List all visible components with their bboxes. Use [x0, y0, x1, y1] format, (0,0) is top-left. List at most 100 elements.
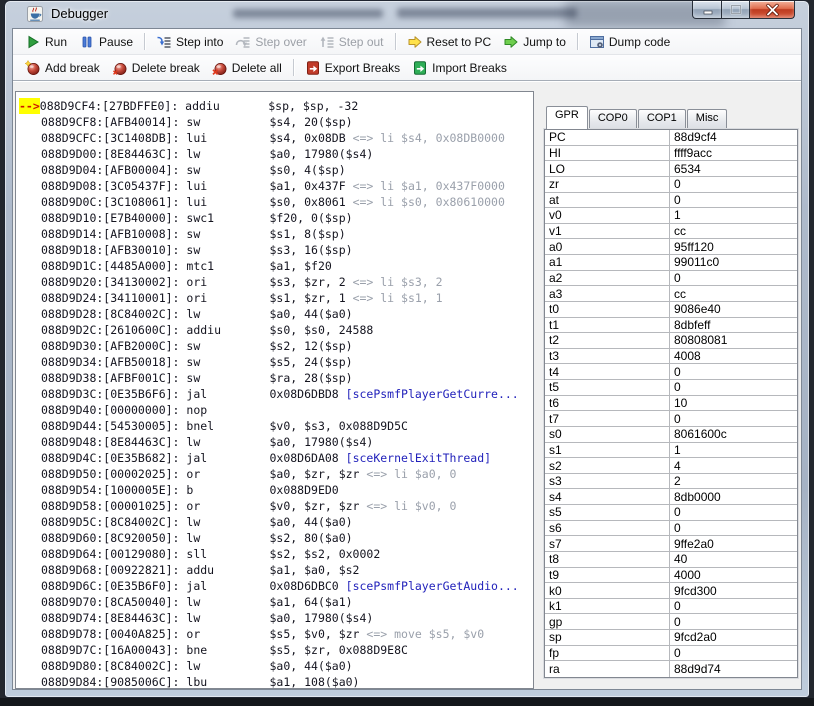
register-value[interactable]: 0 [669, 380, 797, 395]
register-value[interactable]: 8db0000 [669, 489, 797, 504]
disassembly-line[interactable]: 088D9D70:[8CA50040]: lw $a1, 64($a1) [19, 594, 533, 610]
register-row[interactable]: t50 [545, 380, 797, 396]
register-value[interactable]: 88d9d74 [669, 661, 797, 677]
add-break-button[interactable]: Add break [19, 57, 106, 79]
register-row[interactable]: t09086e40 [545, 302, 797, 318]
disassembly-line[interactable]: 088D9D60:[8C920050]: lw $s2, 80($a0) [19, 530, 533, 546]
syscall-function-name[interactable]: [sceKernelExitThread] [339, 451, 491, 465]
close-button[interactable] [750, 1, 795, 19]
disassembly-line[interactable]: 088D9CF8:[AFB40014]: sw $s4, 20($sp) [19, 114, 533, 130]
disassembly-line[interactable]: 088D9D00:[8E84463C]: lw $a0, 17980($s4) [19, 146, 533, 162]
register-value[interactable]: 10 [669, 396, 797, 411]
register-row[interactable]: t840 [545, 552, 797, 568]
disassembly-line[interactable]: 088D9D5C:[8C84002C]: lw $a0, 44($a0) [19, 514, 533, 530]
register-row[interactable]: a199011c0 [545, 255, 797, 271]
register-value[interactable]: cc [669, 286, 797, 301]
tab-cop1[interactable]: COP1 [638, 109, 686, 129]
disassembly-line[interactable]: 088D9D78:[0040A825]: or $s5, $v0, $zr <=… [19, 626, 533, 642]
disassembly-line[interactable]: 088D9D80:[8C84002C]: lw $a0, 44($a0) [19, 658, 533, 674]
register-value[interactable]: 6534 [669, 161, 797, 176]
register-value[interactable]: 0 [669, 271, 797, 286]
register-row[interactable]: t70 [545, 411, 797, 427]
disassembly-line[interactable]: 088D9D64:[00129080]: sll $s2, $s2, 0x000… [19, 546, 533, 562]
disassembly-line[interactable]: 088D9D34:[AFB50018]: sw $s5, 24($sp) [19, 354, 533, 370]
register-value[interactable]: 99011c0 [669, 255, 797, 270]
register-value[interactable]: 1 [669, 443, 797, 458]
register-row[interactable]: a3cc [545, 286, 797, 302]
disassembly-line[interactable]: 088D9D30:[AFB2000C]: sw $s2, 12($sp) [19, 338, 533, 354]
register-value[interactable]: 4008 [669, 349, 797, 364]
register-row[interactable]: gp0 [545, 614, 797, 630]
register-value[interactable]: 0 [669, 177, 797, 192]
register-value[interactable]: 88d9cf4 [669, 130, 797, 145]
register-row[interactable]: s08061600c [545, 427, 797, 443]
register-value[interactable]: 8061600c [669, 427, 797, 442]
register-row[interactable]: t280808081 [545, 333, 797, 349]
tab-gpr[interactable]: GPR [546, 106, 588, 129]
syscall-function-name[interactable]: [scePsmfPlayerGetAudio... [339, 579, 519, 593]
syscall-function-name[interactable]: [scePsmfPlayerGetCurre... [339, 387, 519, 401]
disassembly-line[interactable]: 088D9CFC:[3C1408DB]: lui $s4, 0x08DB <=>… [19, 130, 533, 146]
register-value[interactable]: 0 [669, 364, 797, 379]
register-value[interactable]: 4000 [669, 568, 797, 583]
register-value[interactable]: 9fcd300 [669, 583, 797, 598]
disassembly-line[interactable]: 088D9D58:[00001025]: or $v0, $zr, $zr <=… [19, 498, 533, 514]
maximize-button[interactable] [722, 1, 750, 19]
register-row[interactable]: v1cc [545, 224, 797, 240]
register-value[interactable]: 0 [669, 193, 797, 208]
register-row[interactable]: t94000 [545, 568, 797, 584]
step-into-button[interactable]: Step into [150, 31, 229, 53]
register-row[interactable]: zr0 [545, 177, 797, 193]
reset-to-pc-button[interactable]: Reset to PC [401, 31, 498, 53]
register-row[interactable]: sp9fcd2a0 [545, 630, 797, 646]
register-row[interactable]: ra88d9d74 [545, 661, 797, 677]
register-row[interactable]: fp0 [545, 646, 797, 662]
pause-button[interactable]: Pause [73, 31, 139, 53]
disassembly-line[interactable]: 088D9D08:[3C05437F]: lui $a1, 0x437F <=>… [19, 178, 533, 194]
register-value[interactable]: 0 [669, 599, 797, 614]
register-row[interactable]: v01 [545, 208, 797, 224]
export-breaks-button[interactable]: Export Breaks [299, 57, 406, 79]
disassembly-line[interactable]: 088D9D44:[54530005]: bnel $v0, $s3, 0x08… [19, 418, 533, 434]
disassembly-line[interactable]: 088D9D6C:[0E35B6F0]: jal 0x08D6DBC0 [sce… [19, 578, 533, 594]
disassembly-line[interactable]: 088D9D74:[8E84463C]: lw $a0, 17980($s4) [19, 610, 533, 626]
disassembly-line[interactable]: 088D9D0C:[3C108061]: lui $s0, 0x8061 <=>… [19, 194, 533, 210]
register-value[interactable]: 4 [669, 458, 797, 473]
register-row[interactable]: s11 [545, 443, 797, 459]
register-value[interactable]: 9086e40 [669, 302, 797, 317]
disassembly-line[interactable]: 088D9D4C:[0E35B682]: jal 0x08D6DA08 [sce… [19, 450, 533, 466]
register-row[interactable]: k10 [545, 599, 797, 615]
minimize-button[interactable] [692, 1, 722, 19]
disassembly-line[interactable]: 088D9D68:[00922821]: addu $a1, $a0, $s2 [19, 562, 533, 578]
register-row[interactable]: at0 [545, 193, 797, 209]
disassembly-line[interactable]: 088D9D20:[34130002]: ori $s3, $zr, 2 <=>… [19, 274, 533, 290]
disassembly-line[interactable]: 088D9D54:[1000005E]: b 0x088D9ED0 [19, 482, 533, 498]
disassembly-line[interactable]: 088D9D38:[AFBF001C]: sw $ra, 28($sp) [19, 370, 533, 386]
register-value[interactable]: 2 [669, 474, 797, 489]
disassembly-line[interactable]: 088D9D50:[00002025]: or $a0, $zr, $zr <=… [19, 466, 533, 482]
register-row[interactable]: LO6534 [545, 161, 797, 177]
register-value[interactable]: cc [669, 224, 797, 239]
register-row[interactable]: t34008 [545, 349, 797, 365]
disassembly-line[interactable]: 088D9D48:[8E84463C]: lw $a0, 17980($s4) [19, 434, 533, 450]
disassembly-line[interactable]: 088D9D24:[34110001]: ori $s1, $zr, 1 <=>… [19, 290, 533, 306]
disassembly-line[interactable]: 088D9D18:[AFB30010]: sw $s3, 16($sp) [19, 242, 533, 258]
register-row[interactable]: s50 [545, 505, 797, 521]
run-button[interactable]: Run [19, 31, 73, 53]
tab-misc[interactable]: Misc [687, 109, 728, 129]
disassembly-line[interactable]: 088D9D84:[9085006C]: lbu $a1, 108($a0) [19, 674, 533, 689]
register-row[interactable]: s32 [545, 474, 797, 490]
register-value[interactable]: 0 [669, 411, 797, 426]
register-value[interactable]: 95ff120 [669, 239, 797, 254]
register-value[interactable]: 0 [669, 646, 797, 661]
disassembly-line[interactable]: 088D9D3C:[0E35B6F6]: jal 0x08D6DBD8 [sce… [19, 386, 533, 402]
register-row[interactable]: HIffff9acc [545, 146, 797, 162]
disassembly-line[interactable]: -->088D9CF4:[27BDFFE0]: addiu $sp, $sp, … [19, 98, 533, 114]
import-breaks-button[interactable]: Import Breaks [406, 57, 513, 79]
disassembly-line[interactable]: 088D9D10:[E7B40000]: swc1 $f20, 0($sp) [19, 210, 533, 226]
register-row[interactable]: a095ff120 [545, 239, 797, 255]
register-row[interactable]: s79ffe2a0 [545, 536, 797, 552]
disassembly-line[interactable]: 088D9D1C:[4485A000]: mtc1 $a1, $f20 [19, 258, 533, 274]
jump-to-button[interactable]: Jump to [497, 31, 572, 53]
disassembly-line[interactable]: 088D9D14:[AFB10008]: sw $s1, 8($sp) [19, 226, 533, 242]
